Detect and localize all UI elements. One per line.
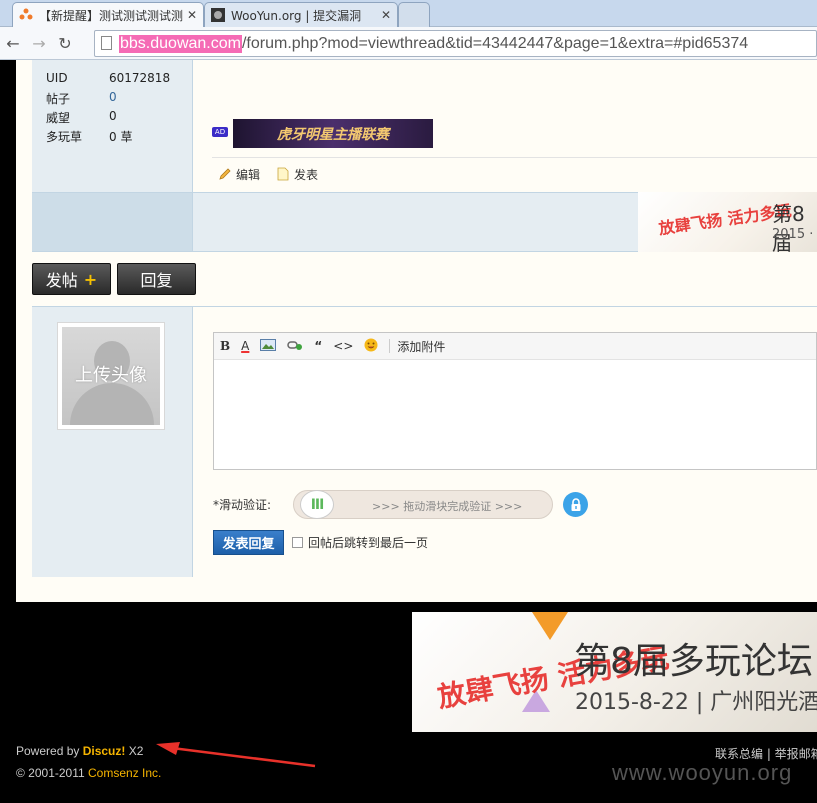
font-color-button[interactable]: A: [241, 339, 249, 353]
document-icon: [276, 167, 290, 181]
forward-arrow-icon[interactable]: →: [26, 34, 52, 53]
grass-value: 0 草: [109, 130, 133, 144]
reload-icon[interactable]: ↻: [52, 34, 78, 53]
stat-uid: UID 60172818: [46, 71, 171, 85]
slider-label: *滑动验证:: [213, 498, 272, 512]
forum-page: UID 60172818 帖子 0 威望 0 多玩草 0 草 AD 虎牙明星主播…: [16, 60, 817, 602]
link-icon[interactable]: [287, 339, 303, 354]
lock-icon: [563, 492, 589, 517]
page-icon: [101, 36, 112, 50]
close-tab-icon[interactable]: ✕: [381, 8, 391, 22]
address-bar[interactable]: bbs.duowan.com/forum.php?mod=viewthread&…: [94, 30, 817, 57]
stat-prestige: 威望 0: [46, 109, 117, 125]
post-actions: 编辑 发表: [218, 166, 318, 183]
wooyun-favicon-icon: [211, 8, 225, 22]
prestige-value: 0: [109, 109, 117, 123]
browser-tab-bar: 【新提醒】测试测试测试测 ✕ WooYun.org | 提交漏洞 ✕: [0, 0, 817, 27]
slider-handle[interactable]: III: [300, 490, 335, 519]
discuz-link[interactable]: Discuz!: [83, 744, 126, 758]
reply-avatar-panel: 上传头像: [32, 307, 193, 577]
slider-captcha: *滑动验证: III >>> 拖动滑块完成验证 >>>: [213, 490, 589, 519]
tab-wooyun[interactable]: WooYun.org | 提交漏洞 ✕: [204, 2, 398, 27]
banner-date: 2015-8-22 | 广州阳光酒: [575, 690, 817, 715]
event-banner-small[interactable]: 放肆飞扬 活力多玩 第8届 2015 ·: [638, 192, 817, 252]
quote-icon[interactable]: “: [314, 339, 322, 353]
bold-button[interactable]: B: [220, 339, 230, 353]
powered-by: Powered by Discuz! X2: [16, 744, 144, 758]
code-icon[interactable]: <>: [333, 339, 353, 353]
jump-last-page-label: 回帖后跳转到最后一页: [308, 536, 429, 550]
url-host: bbs.duowan.com: [119, 34, 242, 53]
reply-button[interactable]: 回复: [117, 263, 196, 295]
image-icon[interactable]: [260, 338, 277, 354]
wooyun-watermark: www.wooyun.org: [612, 760, 793, 785]
ad-badge: AD: [212, 127, 228, 137]
back-arrow-icon[interactable]: ←: [0, 34, 26, 53]
pencil-icon: [218, 167, 232, 181]
plus-icon: +: [83, 269, 98, 289]
ad-banner[interactable]: 虎牙明星主播联赛: [233, 119, 433, 148]
post-button-row: 发帖 + 回复: [32, 263, 196, 295]
red-arrow-annotation: [156, 742, 316, 768]
duowan-favicon-icon: [19, 8, 33, 22]
publish-button[interactable]: 发表: [276, 166, 318, 183]
emoji-icon[interactable]: [364, 338, 378, 355]
browser-toolbar: ← → ↻ bbs.duowan.com/forum.php?mod=viewt…: [0, 27, 817, 60]
add-attachment-button[interactable]: 添加附件: [397, 338, 445, 355]
posts-value[interactable]: 0: [109, 90, 117, 104]
tab-title: 【新提醒】测试测试测试测: [39, 8, 183, 23]
slider-track[interactable]: III >>> 拖动滑块完成验证 >>>: [293, 490, 554, 519]
close-tab-icon[interactable]: ✕: [187, 8, 197, 22]
new-post-button[interactable]: 发帖 +: [32, 263, 111, 295]
new-tab-button[interactable]: [398, 2, 430, 27]
divider: [212, 157, 817, 158]
tab-title: WooYun.org | 提交漏洞: [231, 8, 362, 23]
edit-button[interactable]: 编辑: [218, 166, 260, 183]
slider-hint: >>> 拖动滑块完成验证 >>>: [372, 500, 523, 513]
tab-active[interactable]: 【新提醒】测试测试测试测 ✕: [12, 2, 204, 27]
uid-value: 60172818: [109, 71, 171, 85]
copyright: © 2001-2011 Comsenz Inc.: [16, 766, 162, 780]
banner-title: 第8届多玩论坛: [574, 641, 813, 682]
editor-toolbar: B A “ <> 添加附件: [214, 333, 816, 360]
avatar[interactable]: 上传头像: [57, 322, 165, 430]
submit-row: 发表回复 回帖后跳转到最后一页: [213, 530, 428, 555]
jump-last-page-checkbox[interactable]: [292, 537, 303, 548]
stat-grass: 多玩草 0 草: [46, 130, 133, 144]
reply-editor[interactable]: B A “ <> 添加附件: [213, 332, 817, 470]
upload-avatar-label: 上传头像: [75, 365, 147, 386]
event-banner[interactable]: 放肆飞扬 活力多玩 第8届多玩论坛 2015-8-22 | 广州阳光酒: [412, 612, 817, 732]
submit-reply-button[interactable]: 发表回复: [213, 530, 284, 555]
url-path: /forum.php?mod=viewthread&tid=43442447&p…: [241, 34, 749, 52]
stat-posts: 帖子 0: [46, 90, 117, 106]
